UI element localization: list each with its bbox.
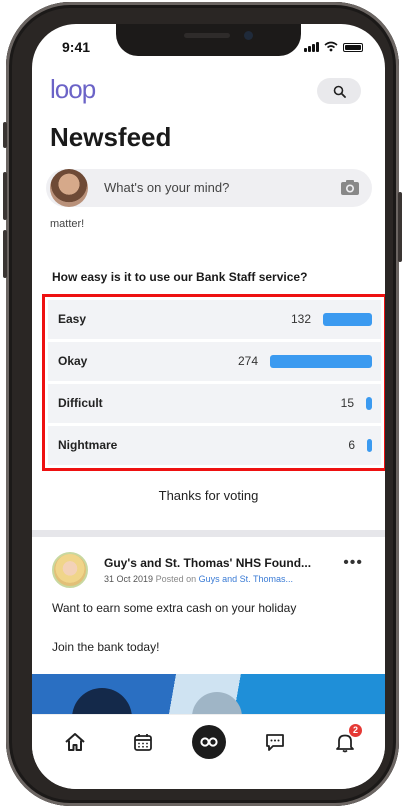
front-camera <box>244 31 253 40</box>
home-icon <box>65 733 85 751</box>
tab-notifications[interactable]: 2 <box>330 724 362 757</box>
feed-divider <box>32 530 385 537</box>
loop-logo: loop <box>50 74 96 104</box>
tab-calendar[interactable] <box>128 727 158 757</box>
speaker-grille <box>184 33 230 38</box>
status-icons <box>304 41 363 52</box>
poll-option-count: 132 <box>290 312 311 326</box>
poll-option-nightmare[interactable]: Nightmare 6 <box>48 426 381 465</box>
posted-on-link[interactable]: Guys and St. Thomas... <box>199 574 293 584</box>
poll-option-label: Okay <box>58 354 88 368</box>
wifi-icon <box>324 41 338 52</box>
notch <box>116 24 301 56</box>
poll-option-difficult[interactable]: Difficult 15 <box>48 384 381 423</box>
poll-option-bar <box>366 397 372 410</box>
poll-option-easy[interactable]: Easy 132 <box>48 300 381 339</box>
calendar-icon <box>134 734 152 751</box>
search-icon <box>333 85 346 98</box>
post-author-avatar[interactable] <box>52 552 88 588</box>
post-composer[interactable]: What's on your mind? <box>46 169 372 207</box>
poll-option-bar <box>323 313 372 326</box>
tab-home[interactable] <box>60 727 90 757</box>
phone-frame: 9:41 loop Newsfeed What's on your mind? … <box>3 2 402 806</box>
poll-option-count: 274 <box>237 354 258 368</box>
bottom-tab-bar: 2 <box>32 714 385 789</box>
poll-option-okay[interactable]: Okay 274 <box>48 342 381 381</box>
post-image[interactable] <box>32 674 385 714</box>
tab-loop[interactable] <box>192 725 226 759</box>
power-button <box>398 192 402 262</box>
avatar <box>50 169 88 207</box>
battery-icon <box>343 43 363 52</box>
poll-option-label: Difficult <box>58 396 103 410</box>
notification-badge: 2 <box>349 724 362 737</box>
composer-placeholder[interactable]: What's on your mind? <box>104 180 229 195</box>
posted-on-label: Posted on <box>155 574 197 584</box>
app-header: loop <box>32 72 385 112</box>
post-body-line: Join the bank today! <box>52 640 160 654</box>
previous-post-text: matter! <box>50 218 85 230</box>
signal-icon <box>304 42 319 52</box>
poll-option-label: Easy <box>58 312 87 326</box>
poll-option-bar <box>270 355 372 368</box>
poll-option-label: Nightmare <box>58 438 118 452</box>
camera-icon[interactable] <box>340 179 360 196</box>
chat-icon <box>266 734 284 751</box>
phone-screen: 9:41 loop Newsfeed What's on your mind? … <box>32 24 385 789</box>
volume-up-button <box>3 172 7 220</box>
mute-switch <box>3 122 7 148</box>
loop-icon <box>200 737 218 747</box>
post-date: 31 Oct 2019 <box>104 574 154 584</box>
page-title: Newsfeed <box>50 122 172 152</box>
poll-option-count: 6 <box>348 438 355 452</box>
post-body-line: Want to earn some extra cash on your hol… <box>52 601 297 615</box>
post-meta: 31 Oct 2019 Posted on Guys and St. Thoma… <box>104 574 293 584</box>
status-time: 9:41 <box>62 39 91 55</box>
tab-messages[interactable] <box>260 727 290 757</box>
poll-question: How easy is it to use our Bank Staff ser… <box>52 270 308 284</box>
search-button[interactable] <box>317 78 361 104</box>
poll-option-bar <box>367 439 372 452</box>
poll-result-message: Thanks for voting <box>158 488 259 503</box>
post-author-name[interactable]: Guy's and St. Thomas' NHS Found... <box>104 556 311 570</box>
poll-results-highlight: Easy 132 Okay 274 Difficult 15 Nightmare… <box>42 294 385 471</box>
more-options-button[interactable]: ••• <box>343 554 363 572</box>
volume-down-button <box>3 230 7 278</box>
poll-option-count: 15 <box>340 396 354 410</box>
